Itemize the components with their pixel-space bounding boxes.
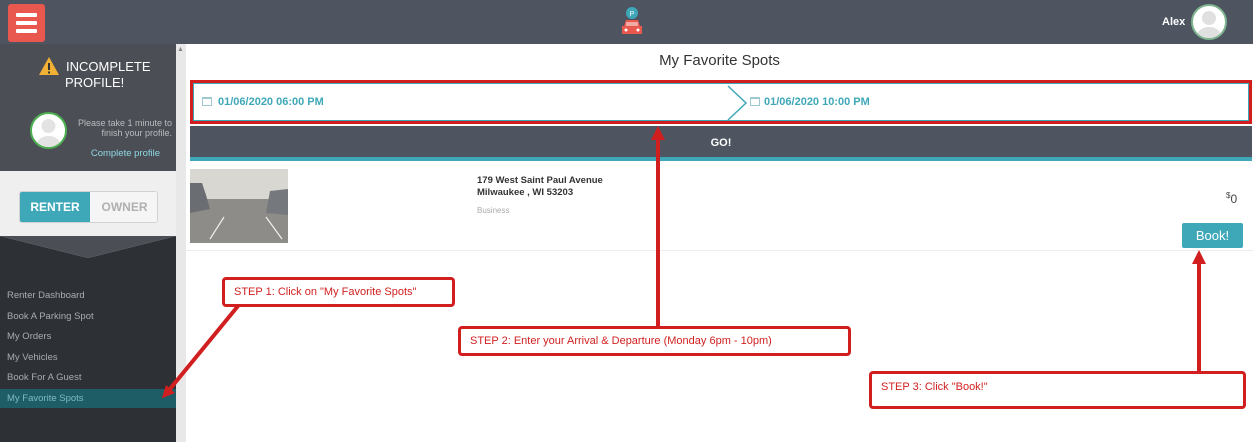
sidebar-item-my-orders[interactable]: My Orders xyxy=(0,327,176,346)
top-bar: P Alex xyxy=(0,0,1253,44)
hamburger-icon-line xyxy=(16,21,37,25)
step2-callout: STEP 2: Enter your Arrival & Departure (… xyxy=(458,326,851,356)
incomplete-profile-title-2: PROFILE! xyxy=(65,75,125,90)
user-silhouette-icon xyxy=(1197,11,1221,38)
profile-message: Please take 1 minute to finish your prof… xyxy=(77,118,172,138)
sidebar-scrollbar[interactable] xyxy=(176,44,186,442)
incomplete-profile-panel: INCOMPLETE PROFILE! Please take 1 minute… xyxy=(0,44,176,171)
spot-type: Business xyxy=(477,206,510,215)
parking-lot-image xyxy=(190,169,288,243)
complete-profile-link[interactable]: Complete profile xyxy=(60,148,160,159)
departure-date-input[interactable]: 01/06/2020 10:00 PM xyxy=(764,96,870,108)
calendar-icon xyxy=(750,97,760,106)
hamburger-menu-button[interactable] xyxy=(8,4,45,42)
spot-photo[interactable] xyxy=(190,169,288,243)
sidebar-nav: Renter Dashboard Book A Parking Spot My … xyxy=(0,236,176,442)
step3-callout: STEP 3: Click "Book!" xyxy=(869,371,1246,409)
renter-toggle-button[interactable]: RENTER xyxy=(20,192,90,222)
page-title: My Favorite Spots xyxy=(659,52,780,69)
sidebar-item-my-favorite-spots[interactable]: My Favorite Spots xyxy=(0,389,176,408)
role-toggle: RENTER OWNER xyxy=(19,191,158,223)
step1-callout: STEP 1: Click on "My Favorite Spots" xyxy=(222,277,455,307)
go-button[interactable]: GO! xyxy=(190,126,1252,161)
sidebar-item-renter-dashboard[interactable]: Renter Dashboard xyxy=(0,286,176,305)
arrival-date-input[interactable]: 01/06/2020 06:00 PM xyxy=(218,96,324,108)
user-name[interactable]: Alex xyxy=(1162,16,1185,28)
hamburger-icon xyxy=(16,13,37,17)
price-value: 0 xyxy=(1230,192,1238,206)
sidebar-item-my-vehicles[interactable]: My Vehicles xyxy=(0,348,176,367)
step3-arrowhead xyxy=(1192,250,1206,264)
svg-text:P: P xyxy=(630,11,635,18)
hamburger-icon-line xyxy=(16,29,37,33)
profile-avatar xyxy=(30,112,67,149)
sidebar-item-book-for-guest[interactable]: Book For A Guest xyxy=(0,368,176,387)
favorite-spot-row[interactable]: 179 West Saint Paul Avenue Milwaukee , W… xyxy=(186,165,1253,251)
scroll-up-arrow-icon[interactable]: ▲ xyxy=(177,46,184,53)
book-button[interactable]: Book! xyxy=(1182,223,1243,248)
sidebar-item-book-parking-spot[interactable]: Book A Parking Spot xyxy=(0,307,176,326)
date-range-picker: 01/06/2020 06:00 PM 01/06/2020 10:00 PM xyxy=(190,80,1252,124)
spot-price: $0 xyxy=(1226,191,1237,206)
user-avatar[interactable] xyxy=(1191,4,1227,40)
date-range-inner: 01/06/2020 06:00 PM 01/06/2020 10:00 PM xyxy=(193,83,1249,121)
warning-icon xyxy=(39,57,59,75)
owner-toggle-button[interactable]: OWNER xyxy=(90,192,157,222)
calendar-icon xyxy=(202,97,212,106)
spot-address-line-1: 179 West Saint Paul Avenue xyxy=(477,175,603,186)
sidebar: INCOMPLETE PROFILE! Please take 1 minute… xyxy=(0,44,176,442)
spot-address-line-2: Milwaukee , WI 53203 xyxy=(477,187,574,198)
user-silhouette-icon xyxy=(36,119,61,147)
incomplete-profile-title: INCOMPLETE xyxy=(66,59,151,74)
parking-car-logo-icon[interactable]: P xyxy=(620,6,644,38)
